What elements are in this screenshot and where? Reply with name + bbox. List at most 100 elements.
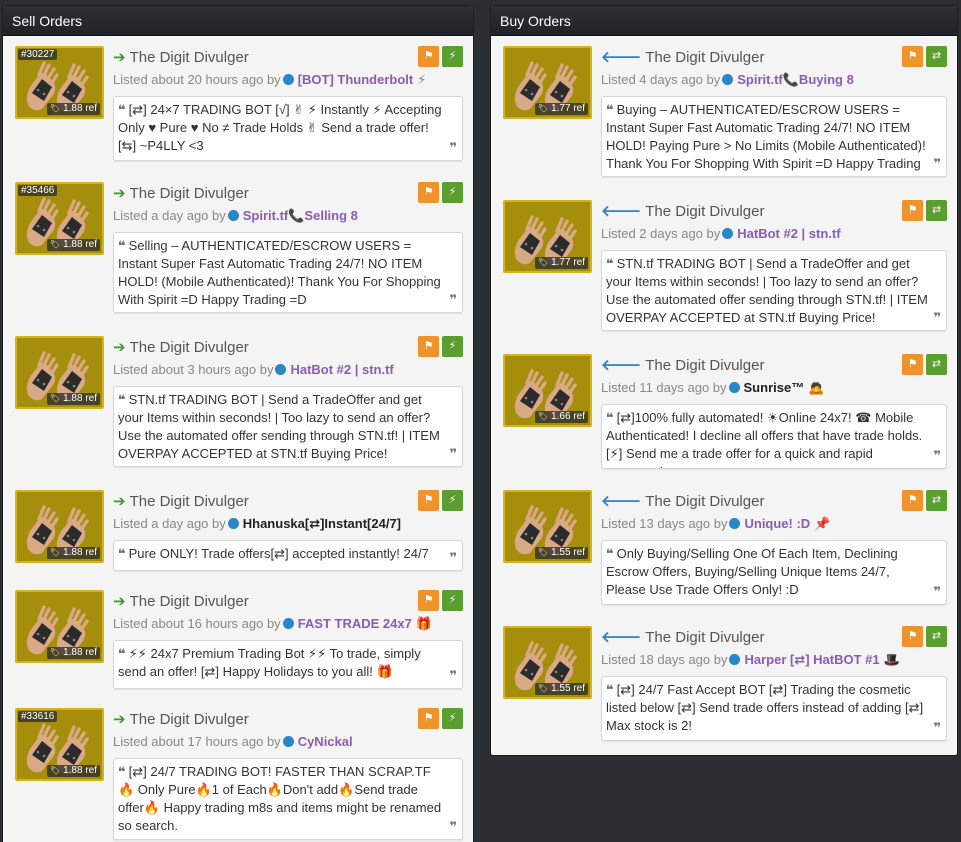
listing-meta: Listed about 17 hours ago by CyNickal [113, 734, 353, 749]
instant-trade-button[interactable]: ⚡ [442, 336, 463, 357]
seller-username[interactable]: Sunrise™ [744, 380, 805, 395]
report-button[interactable]: ⚑ [902, 490, 923, 511]
item-thumbnail[interactable]: 🏷 1.88 ref [15, 490, 104, 563]
price-badge: 🏷 1.88 ref [46, 547, 100, 559]
instant-trade-button[interactable]: ⚡ [442, 708, 463, 729]
price-value: 1.88 ref [63, 393, 97, 404]
seller-username[interactable]: Hhanuska[⇄]Instant[24/7] [243, 516, 401, 531]
seller-username[interactable]: HatBot #2 | stn.tf [737, 226, 840, 241]
seller-username[interactable]: [BOT] Thunderbolt [298, 72, 414, 87]
item-thumbnail[interactable]: #33616 🏷 1.88 ref [15, 708, 104, 781]
listing-meta: Listed 11 days ago by Sunrise™ 🙇 [601, 380, 824, 396]
seller-username[interactable]: FAST TRADE 24x7 [298, 616, 412, 631]
listed-time: Listed a day ago by [113, 516, 226, 531]
item-name[interactable]: The Digit Divulger [645, 49, 764, 66]
seller-username[interactable]: HatBot #2 | stn.tf [290, 362, 393, 377]
listed-time: Listed about 20 hours ago by [113, 72, 281, 87]
report-button[interactable]: ⚑ [418, 182, 439, 203]
user-emoji: 🙇 [808, 380, 825, 395]
price-value: 1.88 ref [63, 547, 97, 558]
item-thumbnail[interactable]: 🏷 1.88 ref [15, 590, 104, 663]
item-thumbnail[interactable]: #35466 🏷 1.88 ref [15, 182, 104, 255]
seller-username[interactable]: CyNickal [298, 734, 353, 749]
swap-icon: ⇄ [931, 204, 942, 216]
price-value: 1.55 ref [551, 547, 585, 558]
status-dot-icon [282, 74, 294, 85]
price-value: 1.55 ref [551, 683, 585, 694]
listing-meta: Listed 2 days ago by HatBot #2 | stn.tf [601, 226, 841, 241]
item-thumbnail[interactable]: 🏷 1.77 ref [503, 200, 592, 273]
item-name[interactable]: The Digit Divulger [130, 593, 249, 610]
trade-offer-button[interactable]: ⇄ [926, 490, 947, 511]
report-button[interactable]: ⚑ [902, 354, 923, 375]
status-dot-icon [728, 382, 740, 393]
description-text: STN.tf TRADING BOT | Send a TradeOffer a… [118, 392, 440, 461]
instant-trade-button[interactable]: ⚡ [442, 182, 463, 203]
item-name[interactable]: The Digit Divulger [130, 711, 249, 728]
item-thumbnail[interactable]: 🏷 1.66 ref [503, 354, 592, 427]
price-badge: 🏷 1.88 ref [46, 765, 100, 777]
item-title: 🡐 The Digit Divulger [601, 202, 764, 222]
item-thumbnail[interactable]: #30227 🏷 1.88 ref [15, 46, 104, 119]
item-title: 🡐 The Digit Divulger [601, 356, 764, 376]
item-name[interactable]: The Digit Divulger [645, 357, 764, 374]
report-button[interactable]: ⚑ [418, 336, 439, 357]
report-button[interactable]: ⚑ [418, 490, 439, 511]
seller-username[interactable]: Harper [⇄] HatBOT #1 [744, 652, 879, 667]
order-actions: ⚑ ⚡ [415, 590, 463, 611]
instant-trade-button[interactable]: ⚡ [442, 590, 463, 611]
trade-offer-button[interactable]: ⇄ [926, 626, 947, 647]
seller-username[interactable]: Spirit.tf📞Buying 8 [737, 72, 854, 87]
trade-offer-button[interactable]: ⇄ [926, 200, 947, 221]
lightning-icon: ⚡ [448, 340, 457, 352]
item-name[interactable]: The Digit Divulger [130, 493, 249, 510]
price-tag-icon: 🏷 [49, 394, 61, 403]
item-title: ➔ The Digit Divulger [113, 48, 249, 68]
report-button[interactable]: ⚑ [902, 200, 923, 221]
listing-meta: Listed about 16 hours ago by FAST TRADE 2… [113, 616, 432, 632]
order-actions: ⚑ ⇄ [899, 490, 947, 511]
description-text: Buying – AUTHENTICATED/ESCROW USERS = In… [606, 102, 926, 176]
item-name[interactable]: The Digit Divulger [130, 185, 249, 202]
instant-trade-button[interactable]: ⚡ [442, 490, 463, 511]
flag-icon: ⚑ [423, 186, 434, 198]
item-name[interactable]: The Digit Divulger [130, 49, 249, 66]
item-thumbnail[interactable]: 🏷 1.77 ref [503, 46, 592, 119]
item-thumbnail[interactable]: 🏷 1.55 ref [503, 626, 592, 699]
item-name[interactable]: The Digit Divulger [130, 339, 249, 356]
item-title: 🡐 The Digit Divulger [601, 48, 764, 68]
description-text: [⇄] 24×7 TRADING BOT [√] ✌ ⚡ Instantly ⚡… [118, 102, 442, 153]
item-name[interactable]: The Digit Divulger [645, 493, 764, 510]
flag-icon: ⚑ [423, 340, 434, 352]
user-emoji: 🎁 [415, 616, 433, 631]
item-thumbnail[interactable]: 🏷 1.55 ref [503, 490, 592, 563]
description-text: [⇄] 24/7 Fast Accept BOT [⇄] Trading the… [606, 682, 924, 733]
right-arrow-icon: ➔ [113, 593, 126, 610]
trade-offer-button[interactable]: ⇄ [926, 46, 947, 67]
listing-description: ❝ [⇄]100% fully automated! ☀Online 24x7! … [601, 404, 947, 469]
price-tag-icon: 🏷 [537, 104, 549, 113]
description-text: Pure ONLY! Trade offers[⇄] accepted inst… [128, 546, 429, 561]
lightning-icon: ⚡ [448, 594, 457, 606]
price-tag-icon: 🏷 [49, 648, 61, 657]
quote-open-icon: ❝ [118, 392, 126, 407]
price-badge: 🏷 1.88 ref [46, 393, 100, 405]
item-title: ➔ The Digit Divulger [113, 710, 249, 730]
seller-username[interactable]: Unique! :D [744, 516, 810, 531]
listing-description: ❝ [⇄] 24×7 TRADING BOT [√] ✌ ⚡ Instantly … [113, 96, 463, 161]
quote-close-icon: ❞ [933, 720, 941, 735]
instant-trade-button[interactable]: ⚡ [442, 46, 463, 67]
trade-offer-button[interactable]: ⇄ [926, 354, 947, 375]
quote-open-icon: ❝ [118, 546, 126, 561]
report-button[interactable]: ⚑ [902, 46, 923, 67]
item-name[interactable]: The Digit Divulger [645, 629, 764, 646]
report-button[interactable]: ⚑ [902, 626, 923, 647]
report-button[interactable]: ⚑ [418, 590, 439, 611]
report-button[interactable]: ⚑ [418, 46, 439, 67]
seller-username[interactable]: Spirit.tf📞Selling 8 [243, 208, 358, 223]
item-thumbnail[interactable]: 🏷 1.88 ref [15, 336, 104, 409]
item-title: 🡐 The Digit Divulger [601, 492, 764, 512]
status-dot-icon [729, 654, 741, 665]
report-button[interactable]: ⚑ [418, 708, 439, 729]
item-name[interactable]: The Digit Divulger [645, 203, 764, 220]
